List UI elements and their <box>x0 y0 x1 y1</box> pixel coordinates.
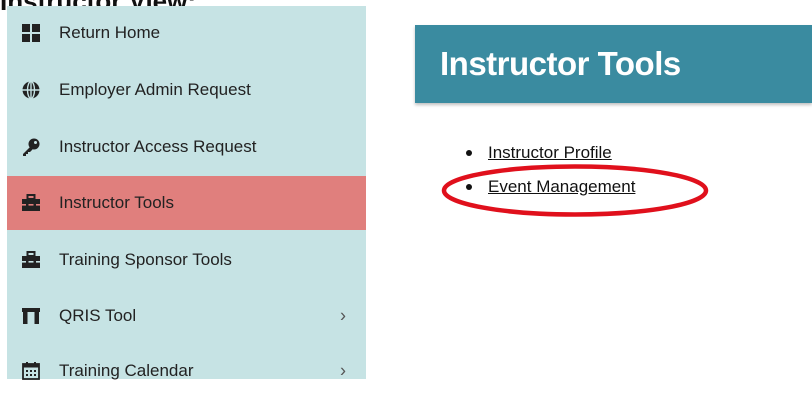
list-item: Event Management <box>462 174 635 208</box>
event-management-link[interactable]: Event Management <box>488 177 635 196</box>
instructor-tools-header: Instructor Tools <box>415 25 812 103</box>
sidebar-item-training-sponsor-tools[interactable]: Training Sponsor Tools <box>7 233 366 287</box>
tools-link-list: Instructor Profile Event Management <box>462 140 635 208</box>
chevron-right-icon: › <box>340 305 346 326</box>
bullet-icon <box>466 184 472 190</box>
grid-icon <box>21 23 41 43</box>
toolbox-icon <box>21 250 41 270</box>
calendar-icon <box>21 361 41 381</box>
instructor-profile-link[interactable]: Instructor Profile <box>488 143 612 162</box>
sidebar-item-label: QRIS Tool <box>59 306 137 325</box>
sidebar-item-employer-admin-request[interactable]: Employer Admin Request <box>7 63 366 117</box>
sidebar-item-label: Training Sponsor Tools <box>59 250 232 269</box>
toolbox-icon <box>21 193 41 213</box>
globe-icon <box>21 80 41 100</box>
chevron-right-icon: › <box>340 360 346 381</box>
sidebar-item-label: Instructor Tools <box>59 193 174 212</box>
bullet-icon <box>466 150 472 156</box>
sidebar-item-training-calendar[interactable]: Training Calendar › <box>7 344 366 398</box>
sidebar-item-label: Instructor Access Request <box>59 137 257 156</box>
sidebar-item-instructor-tools[interactable]: Instructor Tools <box>7 176 366 230</box>
page-title: Instructor Tools <box>440 45 681 82</box>
sidebar-item-label: Training Calendar <box>59 361 194 380</box>
list-item: Instructor Profile <box>462 140 635 174</box>
arch-icon <box>21 306 41 326</box>
sidebar: Return Home Employer Admin Request Instr… <box>7 6 366 381</box>
key-icon <box>21 137 41 157</box>
sidebar-item-label: Employer Admin Request <box>59 80 251 99</box>
sidebar-item-qris-tool[interactable]: QRIS Tool › <box>7 289 366 343</box>
sidebar-item-label: Return Home <box>59 23 161 42</box>
sidebar-item-return-home[interactable]: Return Home <box>7 6 366 60</box>
sidebar-item-instructor-access-request[interactable]: Instructor Access Request <box>7 120 366 174</box>
